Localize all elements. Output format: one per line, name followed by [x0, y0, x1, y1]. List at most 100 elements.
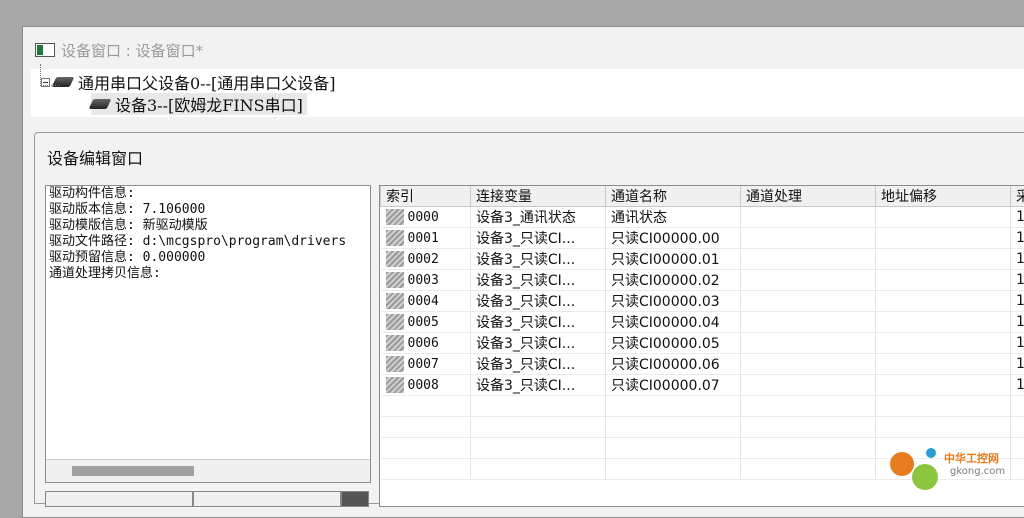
cell-variable[interactable]: 设备3_只读CI... [471, 228, 606, 249]
table-row[interactable]: 0001设备3_只读CI...只读CI00000.00 1 [381, 228, 1024, 249]
cell-process[interactable] [741, 270, 876, 291]
tree-node-root[interactable]: 通用串口父设备0--[通用串口父设备] [41, 71, 335, 93]
column-header-sampling[interactable]: 采 [1011, 186, 1024, 207]
cell-offset[interactable] [876, 270, 1011, 291]
empty-cell[interactable] [381, 438, 471, 459]
empty-cell[interactable] [606, 396, 741, 417]
empty-cell[interactable] [876, 417, 1011, 438]
table-row[interactable]: 0004设备3_只读CI...只读CI00000.03 1 [381, 291, 1024, 312]
empty-cell[interactable] [471, 438, 606, 459]
cell-process[interactable] [741, 228, 876, 249]
cell-offset[interactable] [876, 249, 1011, 270]
empty-cell[interactable] [381, 459, 471, 480]
horizontal-scrollbar[interactable] [46, 459, 370, 482]
cell-variable[interactable]: 设备3_只读CI... [471, 270, 606, 291]
column-header-index[interactable]: 索引 [381, 186, 471, 207]
cell-extra[interactable]: 1 [1011, 354, 1024, 375]
cell-channel[interactable]: 通讯状态 [606, 207, 741, 228]
tree-node-child-label[interactable]: 设备3--[欧姆龙FINS串口] [115, 92, 303, 116]
cell-extra[interactable]: 1 [1011, 249, 1024, 270]
empty-cell[interactable] [471, 396, 606, 417]
cell-process[interactable] [741, 291, 876, 312]
empty-cell[interactable] [741, 396, 876, 417]
empty-cell[interactable] [741, 417, 876, 438]
cell-offset[interactable] [876, 291, 1011, 312]
cell-offset[interactable] [876, 375, 1011, 396]
cell-extra[interactable]: 1 [1011, 375, 1024, 396]
cell-variable[interactable]: 设备3_只读CI... [471, 333, 606, 354]
cell-variable[interactable]: 设备3_只读CI... [471, 291, 606, 312]
cell-extra[interactable]: 1 [1011, 270, 1024, 291]
cell-index[interactable]: 0002 [381, 249, 471, 270]
cell-process[interactable] [741, 249, 876, 270]
cell-channel[interactable]: 只读CI00000.00 [606, 228, 741, 249]
cell-channel[interactable]: 只读CI00000.01 [606, 249, 741, 270]
empty-cell[interactable] [1011, 396, 1024, 417]
cell-offset[interactable] [876, 354, 1011, 375]
cell-offset[interactable] [876, 312, 1011, 333]
cell-variable[interactable]: 设备3_只读CI... [471, 312, 606, 333]
cell-extra[interactable]: 1 [1011, 333, 1024, 354]
cell-channel[interactable]: 只读CI00000.02 [606, 270, 741, 291]
cell-process[interactable] [741, 375, 876, 396]
cell-index[interactable]: 0006 [381, 333, 471, 354]
bottom-button-1[interactable] [45, 491, 193, 507]
cell-extra[interactable]: 1 [1011, 207, 1024, 228]
empty-cell[interactable] [876, 396, 1011, 417]
cell-index[interactable]: 0005 [381, 312, 471, 333]
cell-variable[interactable]: 设备3_只读CI... [471, 354, 606, 375]
cell-process[interactable] [741, 333, 876, 354]
cell-process[interactable] [741, 354, 876, 375]
cell-variable[interactable]: 设备3_通讯状态 [471, 207, 606, 228]
table-row[interactable]: 0007设备3_只读CI...只读CI00000.06 1 [381, 354, 1024, 375]
empty-cell[interactable] [471, 417, 606, 438]
cell-extra[interactable]: 1 [1011, 291, 1024, 312]
column-header-variable[interactable]: 连接变量 [471, 186, 606, 207]
table-row[interactable]: 0000设备3_通讯状态通讯状态 1 [381, 207, 1024, 228]
cell-offset[interactable] [876, 207, 1011, 228]
column-header-channel-process[interactable]: 通道处理 [741, 186, 876, 207]
cell-process[interactable] [741, 207, 876, 228]
cell-extra[interactable]: 1 [1011, 312, 1024, 333]
cell-index[interactable]: 0000 [381, 207, 471, 228]
cell-channel[interactable]: 只读CI00000.03 [606, 291, 741, 312]
empty-cell[interactable] [381, 417, 471, 438]
cell-channel[interactable]: 只读CI00000.04 [606, 312, 741, 333]
tree-node-root-label[interactable]: 通用串口父设备0--[通用串口父设备] [78, 70, 335, 94]
cell-extra[interactable]: 1 [1011, 228, 1024, 249]
cell-channel[interactable]: 只读CI00000.07 [606, 375, 741, 396]
driver-info-panel[interactable]: 驱动构件信息:驱动版本信息: 7.106000驱动模版信息: 新驱动模版驱动文件… [45, 185, 371, 483]
cell-index[interactable]: 0007 [381, 354, 471, 375]
empty-cell[interactable] [1011, 417, 1024, 438]
cell-index[interactable]: 0004 [381, 291, 471, 312]
column-header-channel-name[interactable]: 通道名称 [606, 186, 741, 207]
empty-cell[interactable] [606, 438, 741, 459]
empty-cell[interactable] [741, 459, 876, 480]
empty-table-row[interactable] [381, 417, 1024, 438]
cell-offset[interactable] [876, 228, 1011, 249]
empty-cell[interactable] [606, 459, 741, 480]
table-row[interactable]: 0002设备3_只读CI...只读CI00000.01 1 [381, 249, 1024, 270]
scrollbar-thumb[interactable] [72, 466, 194, 476]
empty-cell[interactable] [606, 417, 741, 438]
table-row[interactable]: 0005设备3_只读CI...只读CI00000.04 1 [381, 312, 1024, 333]
cell-channel[interactable]: 只读CI00000.05 [606, 333, 741, 354]
column-header-address-offset[interactable]: 地址偏移 [876, 186, 1011, 207]
cell-process[interactable] [741, 312, 876, 333]
tree-node-child[interactable]: 设备3--[欧姆龙FINS串口] [91, 93, 307, 115]
empty-cell[interactable] [471, 459, 606, 480]
cell-index[interactable]: 0001 [381, 228, 471, 249]
cell-index[interactable]: 0008 [381, 375, 471, 396]
bottom-button-3[interactable] [341, 491, 369, 507]
cell-variable[interactable]: 设备3_只读CI... [471, 375, 606, 396]
empty-cell[interactable] [381, 396, 471, 417]
cell-channel[interactable]: 只读CI00000.06 [606, 354, 741, 375]
table-row[interactable]: 0008设备3_只读CI...只读CI00000.07 1 [381, 375, 1024, 396]
cell-offset[interactable] [876, 333, 1011, 354]
cell-variable[interactable]: 设备3_只读CI... [471, 249, 606, 270]
empty-cell[interactable] [741, 438, 876, 459]
table-row[interactable]: 0003设备3_只读CI...只读CI00000.02 1 [381, 270, 1024, 291]
empty-table-row[interactable] [381, 396, 1024, 417]
cell-index[interactable]: 0003 [381, 270, 471, 291]
bottom-button-2[interactable] [193, 491, 341, 507]
